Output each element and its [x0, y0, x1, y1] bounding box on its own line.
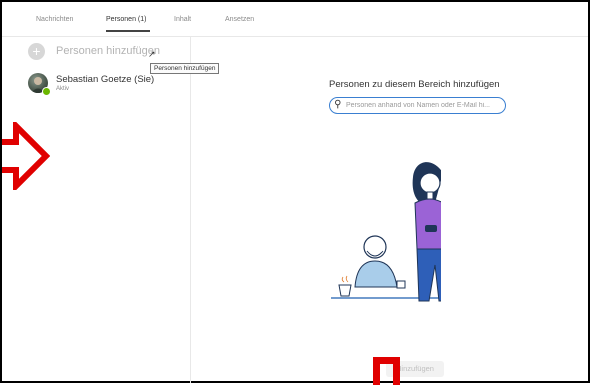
people-search-box[interactable]: ⚲	[329, 97, 506, 114]
tab-nachrichten[interactable]: Nachrichten	[36, 16, 73, 23]
plus-icon: +	[28, 43, 45, 60]
add-people-pane: Personen zu diesem Bereich hinzufügen ⚲ …	[191, 37, 588, 383]
tab-bar: Nachrichten Personen (1) Inhalt Ansetzen	[2, 2, 588, 37]
member-list-item[interactable]: Sebastian Goetze (Sie) Aktiv	[28, 73, 188, 97]
search-icon: ⚲	[334, 99, 342, 110]
member-name: Sebastian Goetze (Sie)	[56, 74, 155, 85]
annotation-highlight-box	[373, 357, 400, 385]
annotation-arrow-icon	[2, 122, 50, 190]
page-title: Personen zu diesem Bereich hinzufügen	[329, 79, 500, 90]
search-input[interactable]	[346, 99, 502, 112]
app-window: Nachrichten Personen (1) Inhalt Ansetzen…	[0, 0, 590, 385]
people-illustration-icon	[331, 162, 441, 302]
people-list-pane: + Personen hinzufügen ↗ Sebastian Goetze…	[2, 37, 191, 383]
tab-personen[interactable]: Personen (1)	[106, 16, 146, 23]
add-people-label: Personen hinzufügen	[56, 45, 160, 57]
tab-inhalt[interactable]: Inhalt	[174, 16, 191, 23]
tab-ansetzen[interactable]: Ansetzen	[225, 16, 254, 23]
member-status: Aktiv	[56, 86, 70, 92]
presence-indicator	[42, 87, 51, 96]
mouse-cursor-icon: ↗	[148, 49, 156, 59]
active-tab-indicator	[106, 30, 150, 32]
